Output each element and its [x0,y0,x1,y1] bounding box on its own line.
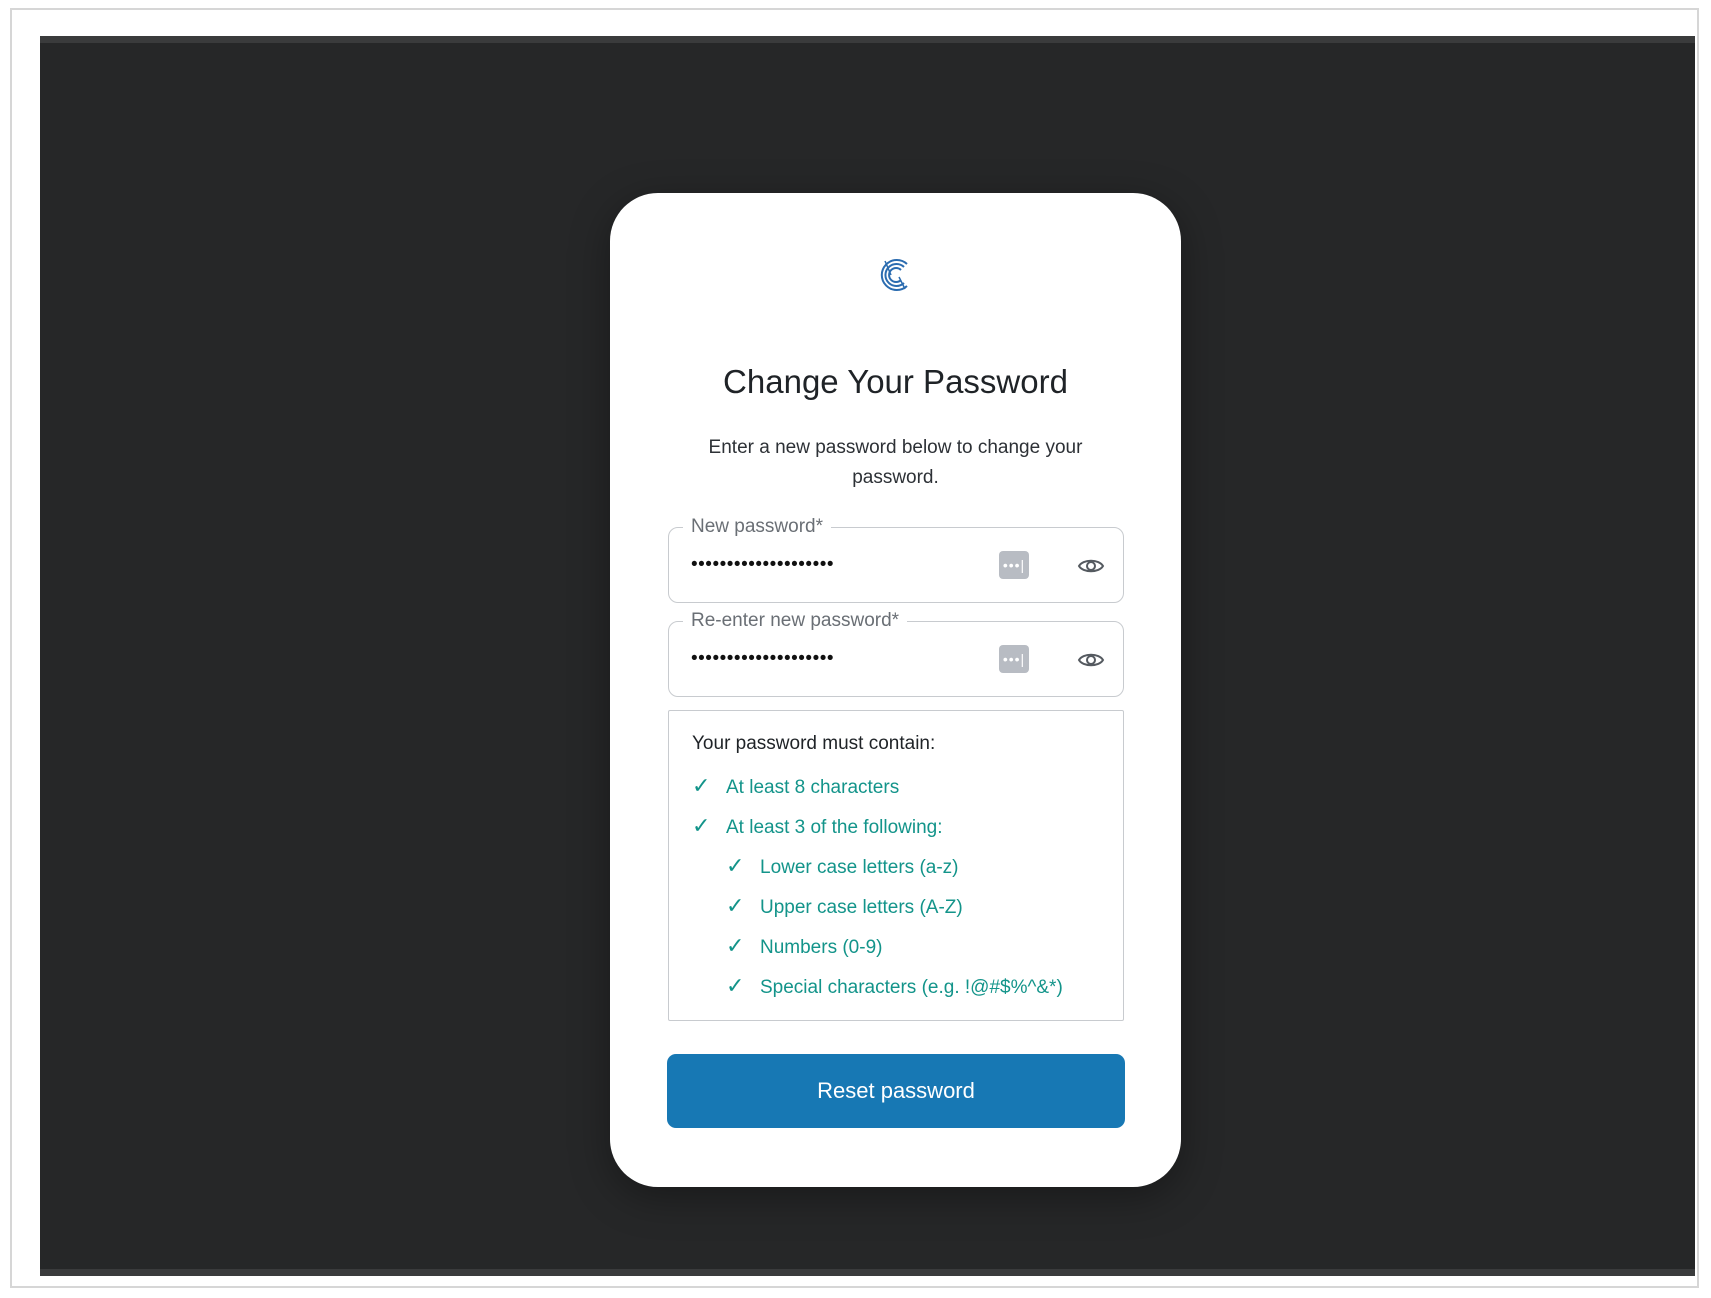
eye-icon[interactable] [1077,552,1105,580]
check-icon: ✓ [726,853,745,878]
confirm-password-label: Re-enter new password* [683,609,908,633]
requirement-sub-item: ✓ Special characters (e.g. !@#$%^&*) [726,973,1063,999]
reset-password-button[interactable]: Reset password [667,1054,1125,1128]
check-icon: ✓ [726,973,745,998]
requirement-item: ✓ At least 3 of the following: [692,813,943,839]
requirement-text: Upper case letters (A-Z) [760,897,963,918]
requirement-text: At least 3 of the following: [726,817,943,838]
page-background: Change Your Password Enter a new passwor… [40,36,1695,1276]
requirement-text: Lower case letters (a-z) [760,857,959,878]
requirement-sub-item: ✓ Lower case letters (a-z) [726,853,959,879]
password-manager-icon[interactable]: •••| [999,551,1029,579]
page-title: Change Your Password [723,363,1068,400]
new-password-label: New password* [683,515,831,539]
requirement-text: Numbers (0-9) [760,937,883,958]
check-icon: ✓ [692,813,711,838]
new-password-input[interactable]: •••••••••••••••••••• [691,550,834,580]
requirement-sub-item: ✓ Numbers (0-9) [726,933,882,959]
window-frame: Change Your Password Enter a new passwor… [10,8,1699,1288]
check-icon: ✓ [692,773,711,798]
requirement-text: Special characters (e.g. !@#$%^&*) [760,977,1063,998]
requirements-heading: Your password must contain: [692,733,936,754]
requirement-item: ✓ At least 8 characters [692,773,899,799]
confirm-password-field[interactable]: Re-enter new password* •••••••••••••••••… [668,609,1124,697]
brand-logo-icon [880,259,908,291]
password-manager-icon[interactable]: •••| [999,645,1029,673]
password-requirements-box: Your password must contain: ✓ At least 8 … [668,710,1124,1021]
check-icon: ✓ [726,893,745,918]
eye-icon[interactable] [1077,646,1105,674]
requirement-sub-item: ✓ Upper case letters (A-Z) [726,893,963,919]
page-subtitle: Enter a new password below to change you… [708,437,1083,488]
confirm-password-input[interactable]: •••••••••••••••••••• [691,644,834,674]
new-password-field[interactable]: New password* •••••••••••••••••••• •••| [668,515,1124,603]
check-icon: ✓ [726,933,745,958]
requirement-text: At least 8 characters [726,777,900,798]
password-change-card: Change Your Password Enter a new passwor… [610,193,1181,1187]
